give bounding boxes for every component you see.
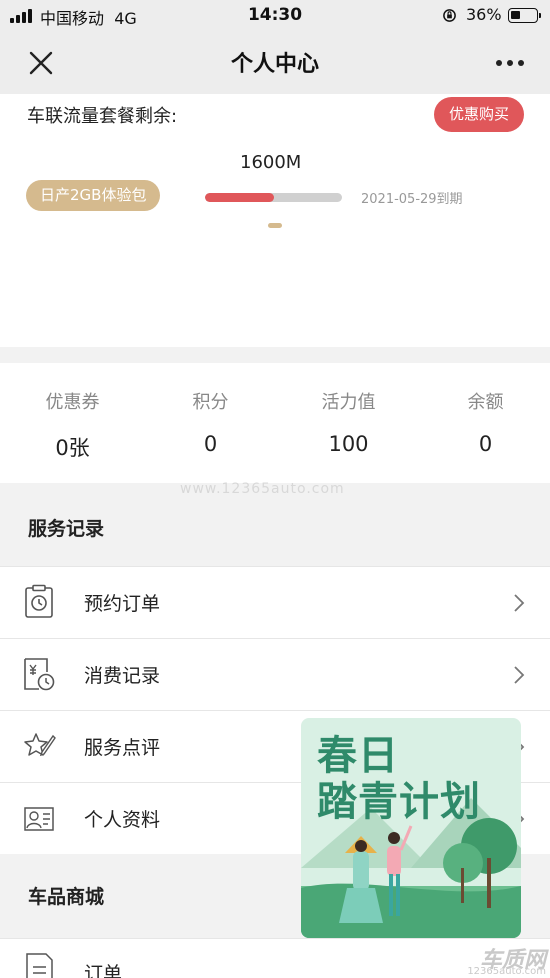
site-logo: 车质网 12365auto.com xyxy=(464,942,550,978)
status-bar: 中国移动 4G 14:30 36% xyxy=(0,0,550,30)
shop-section-title: 车品商城 xyxy=(28,886,105,908)
stat-vitality[interactable]: 活力值 100 xyxy=(280,363,417,483)
list-item-label: 订单 xyxy=(84,963,123,978)
stat-label: 活力值 xyxy=(321,392,376,413)
service-section-title: 服务记录 xyxy=(28,518,105,540)
stat-value: 0 xyxy=(478,432,493,456)
chevron-right-icon xyxy=(514,666,525,684)
receipt-clock-icon xyxy=(24,658,55,691)
data-plan-card: 车联流量套餐剩余: 优惠购买 1600M 日产2GB体验包 2021-05-29… xyxy=(0,94,550,347)
stat-balance[interactable]: 余额 0 xyxy=(417,363,550,483)
promo-title-line2: 踏青计划 xyxy=(317,779,481,825)
stat-coupons[interactable]: 优惠券 0张 xyxy=(4,363,141,483)
rotation-lock-icon xyxy=(443,9,456,22)
watermark: www.12365auto.com xyxy=(180,481,345,497)
plan-progress-fill xyxy=(205,193,274,202)
nav-bar: 个人中心 xyxy=(0,30,550,94)
star-pen-icon xyxy=(24,733,56,757)
more-icon[interactable] xyxy=(490,52,530,72)
chevron-right-icon xyxy=(514,594,525,612)
plan-heading: 车联流量套餐剩余: xyxy=(27,106,178,127)
plan-expiry-date: 2021-05-29到期 xyxy=(361,192,463,207)
stat-value: 0 xyxy=(203,432,218,456)
stat-value: 100 xyxy=(328,432,369,456)
list-item-label: 预约订单 xyxy=(84,593,161,615)
list-item-label: 服务点评 xyxy=(84,737,161,759)
account-stats: 优惠券 0张 积分 0 活力值 100 余额 0 xyxy=(0,363,550,483)
carousel-indicator[interactable] xyxy=(268,223,282,228)
stat-label: 优惠券 xyxy=(45,392,100,413)
list-item-spending-records[interactable]: 消费记录 xyxy=(0,638,550,710)
list-item-label: 个人资料 xyxy=(84,809,161,831)
document-icon xyxy=(26,953,53,978)
list-item-appointments[interactable]: 预约订单 xyxy=(0,566,550,638)
promo-title-line1: 春日 xyxy=(317,733,399,779)
plan-name-badge: 日产2GB体验包 xyxy=(26,180,161,211)
stat-label: 余额 xyxy=(467,392,504,413)
clock-clipboard-icon xyxy=(25,584,53,618)
spring-outing-promo-banner[interactable]: 春日 踏青计划 xyxy=(301,718,521,938)
stat-value: 0张 xyxy=(55,436,90,460)
id-card-icon xyxy=(24,807,54,831)
page-title: 个人中心 xyxy=(230,52,319,77)
plan-progress-bar xyxy=(205,193,342,202)
plan-remaining-amount: 1600M xyxy=(240,152,302,173)
discount-buy-button[interactable]: 优惠购买 xyxy=(434,97,524,132)
list-item-label: 消费记录 xyxy=(84,665,161,687)
stat-label: 积分 xyxy=(192,392,229,413)
logo-url: 12365auto.com xyxy=(467,966,546,977)
stat-points[interactable]: 积分 0 xyxy=(142,363,279,483)
battery-icon xyxy=(508,8,541,23)
battery-percent: 36% xyxy=(466,5,502,24)
